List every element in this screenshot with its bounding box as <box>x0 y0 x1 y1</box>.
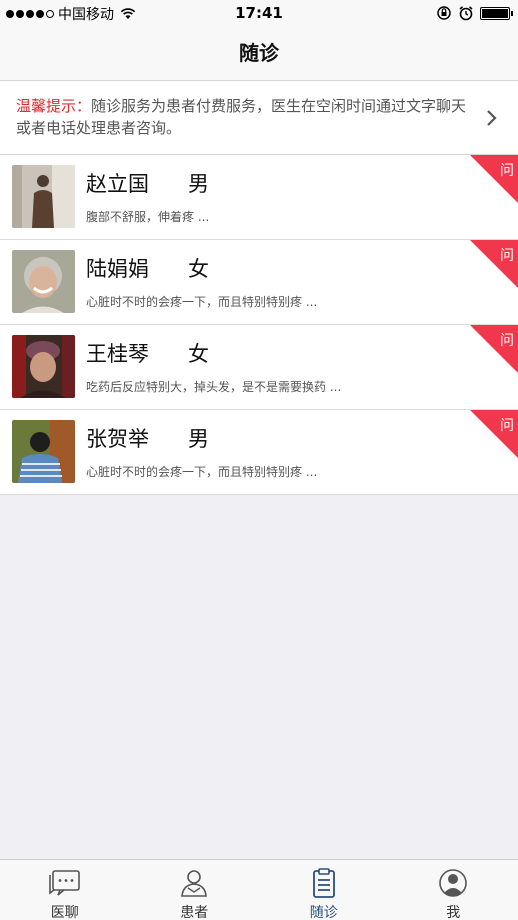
patient-description: 腹部不舒服，伸着疼 ... <box>86 210 210 224</box>
patient-avatar <box>12 250 75 313</box>
badge-label: 问 <box>500 163 514 179</box>
question-badge: 问 <box>470 410 518 458</box>
status-right <box>436 5 513 21</box>
chevron-right-icon <box>487 110 497 126</box>
patient-row[interactable]: 王桂琴 女 吃药后反应特别大，掉头发，是不是需要换药 ... 问 <box>0 325 518 410</box>
tip-label: 温馨提示： <box>16 97 92 115</box>
question-badge: 问 <box>470 240 518 288</box>
tab-label: 随诊 <box>309 905 338 920</box>
patient-row[interactable]: 陆娟娟 女 心脏时不时的会疼一下，而且特别特别疼 ... 问 <box>0 240 518 325</box>
tab-patients[interactable]: 患者 <box>130 860 260 920</box>
patient-row[interactable]: 赵立国 男 腹部不舒服，伸着疼 ... 问 <box>0 155 518 240</box>
profile-icon <box>439 869 468 897</box>
tab-bar: 医聊 患者 随诊 我 <box>0 859 518 920</box>
patient-avatar <box>12 335 75 398</box>
question-badge: 问 <box>470 325 518 373</box>
patient-description: 心脏时不时的会疼一下，而且特别特别疼 ... <box>86 465 318 479</box>
nav-bar: 随诊 <box>0 26 518 80</box>
battery-icon <box>480 6 513 20</box>
rotation-lock-icon <box>437 6 451 20</box>
patient-row[interactable]: 张贺举 男 心脏时不时的会疼一下，而且特别特别疼 ... 问 <box>0 410 518 495</box>
tip-banner[interactable]: 温馨提示：随诊服务为患者付费服务，医生在空闲时间通过文字聊天或者电话处理患者咨询… <box>0 80 518 155</box>
question-badge: 问 <box>470 155 518 203</box>
page-title: 随诊 <box>239 41 279 65</box>
patient-avatar <box>12 420 75 483</box>
patient-gender: 女 <box>188 342 209 366</box>
patient-name: 赵立国 <box>86 172 149 196</box>
tab-chat[interactable]: 医聊 <box>0 860 130 920</box>
badge-label: 问 <box>500 418 514 434</box>
tab-followup[interactable]: 随诊 <box>259 860 389 920</box>
badge-label: 问 <box>500 248 514 264</box>
alarm-icon <box>459 6 473 21</box>
tab-label: 我 <box>446 905 461 920</box>
tab-label: 患者 <box>180 905 209 920</box>
tab-label: 医聊 <box>50 905 79 920</box>
patient-gender: 男 <box>188 172 209 196</box>
clipboard-icon <box>312 868 335 898</box>
patient-description: 吃药后反应特别大，掉头发，是不是需要换药 ... <box>86 380 342 394</box>
patient-name: 王桂琴 <box>86 342 149 366</box>
patient-name: 陆娟娟 <box>86 257 149 281</box>
patient-name: 张贺举 <box>86 427 149 451</box>
patient-description: 心脏时不时的会疼一下，而且特别特别疼 ... <box>86 295 318 309</box>
patient-gender: 男 <box>188 427 209 451</box>
status-bar: 中国移动 17:41 <box>0 0 518 26</box>
patient-list: 赵立国 男 腹部不舒服，伸着疼 ... 问 陆娟娟 女 心脏时不时的会疼一下，而… <box>0 155 518 495</box>
patient-avatar <box>12 165 75 228</box>
patient-gender: 女 <box>188 257 209 281</box>
badge-label: 问 <box>500 333 514 349</box>
chat-icon <box>48 870 80 896</box>
tab-me[interactable]: 我 <box>389 860 518 920</box>
person-icon <box>181 870 208 897</box>
